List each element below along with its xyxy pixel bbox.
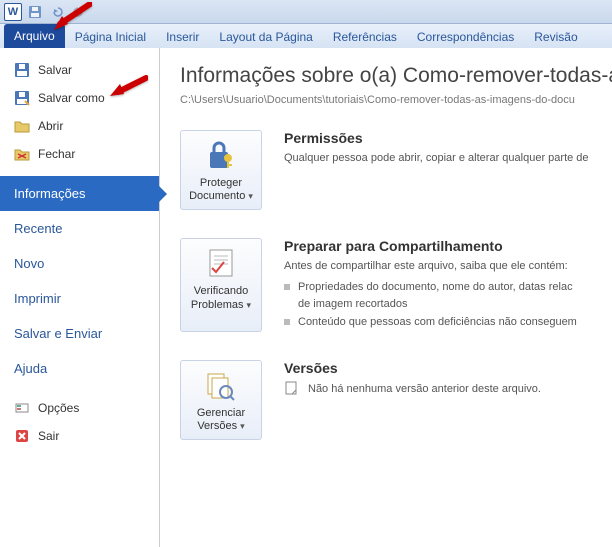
proteger-documento-button[interactable]: Proteger Documento ▾ (180, 130, 262, 210)
menu-opcoes[interactable]: Opções (0, 394, 159, 422)
close-folder-icon (14, 146, 30, 162)
checklist-icon (203, 245, 239, 281)
qat-undo-icon[interactable] (48, 3, 66, 21)
menu-label: Informações (14, 186, 86, 201)
backstage-content: Informações sobre o(a) Como-remover-toda… (160, 48, 612, 547)
section-text: Antes de compartilhar este arquivo, saib… (284, 258, 612, 275)
qat-save-icon[interactable] (26, 3, 44, 21)
menu-informacoes[interactable]: Informações (0, 176, 159, 211)
menu-novo[interactable]: Novo (0, 246, 159, 281)
section-heading: Versões (284, 360, 612, 376)
menu-salvar-enviar[interactable]: Salvar e Enviar (0, 316, 159, 351)
bullet-item: Conteúdo que pessoas com deficiências nã… (284, 314, 612, 332)
exit-icon (14, 428, 30, 444)
menu-label: Ajuda (14, 361, 47, 376)
title-bar: W (0, 0, 612, 24)
open-icon (14, 118, 30, 134)
document-version-icon (284, 380, 300, 399)
menu-ajuda[interactable]: Ajuda (0, 351, 159, 386)
bullet-item: de imagem recortados (284, 296, 612, 314)
tab-arquivo[interactable]: Arquivo (4, 24, 65, 48)
bullet-item: Propriedades do documento, nome do autor… (284, 279, 612, 297)
save-as-icon (14, 90, 30, 106)
section-preparar: Verificando Problemas ▾ Preparar para Co… (180, 238, 612, 331)
section-text: Qualquer pessoa pode abrir, copiar e alt… (284, 150, 612, 167)
menu-label: Opções (38, 401, 79, 415)
button-label: Proteger Documento ▾ (185, 177, 257, 203)
tab-revisao[interactable]: Revisão (524, 26, 587, 48)
menu-imprimir[interactable]: Imprimir (0, 281, 159, 316)
menu-label: Salvar (38, 63, 72, 77)
tab-inserir[interactable]: Inserir (156, 26, 209, 48)
versions-text: Não há nenhuma versão anterior deste arq… (308, 383, 541, 395)
section-permissoes: Proteger Documento ▾ Permissões Qualquer… (180, 130, 612, 210)
menu-salvar[interactable]: Salvar (0, 56, 159, 84)
page-title: Informações sobre o(a) Como-remover-toda… (180, 64, 612, 88)
backstage-left-menu: Salvar Salvar como Abrir Fechar Informaç… (0, 48, 160, 547)
menu-label: Sair (38, 429, 59, 443)
word-app-icon: W (4, 3, 22, 21)
menu-sair[interactable]: Sair (0, 422, 159, 450)
tab-pagina-inicial[interactable]: Página Inicial (65, 26, 156, 48)
tab-layout[interactable]: Layout da Página (209, 26, 322, 48)
tab-correspondencias[interactable]: Correspondências (407, 26, 524, 48)
save-icon (14, 62, 30, 78)
section-heading: Permissões (284, 130, 612, 146)
button-label: Gerenciar Versões ▾ (185, 407, 257, 433)
menu-abrir[interactable]: Abrir (0, 112, 159, 140)
verificando-problemas-button[interactable]: Verificando Problemas ▾ (180, 238, 262, 331)
menu-recente[interactable]: Recente (0, 211, 159, 246)
section-versoes: Gerenciar Versões ▾ Versões Não há nenhu… (180, 360, 612, 440)
menu-label: Abrir (38, 119, 63, 133)
lock-key-icon (203, 137, 239, 173)
button-label: Verificando Problemas ▾ (185, 285, 257, 311)
file-path: C:\Users\Usuario\Documents\tutoriais\Com… (180, 94, 612, 106)
section-heading: Preparar para Compartilhamento (284, 238, 612, 254)
versions-icon (203, 367, 239, 403)
menu-label: Recente (14, 221, 62, 236)
menu-label: Fechar (38, 147, 75, 161)
menu-label: Salvar e Enviar (14, 326, 102, 341)
options-icon (14, 400, 30, 416)
menu-label: Novo (14, 256, 44, 271)
menu-salvar-como[interactable]: Salvar como (0, 84, 159, 112)
tab-referencias[interactable]: Referências (323, 26, 407, 48)
menu-label: Salvar como (38, 91, 105, 105)
qat-redo-icon[interactable] (70, 3, 88, 21)
menu-label: Imprimir (14, 291, 61, 306)
ribbon-tabs: Arquivo Página Inicial Inserir Layout da… (0, 24, 612, 48)
menu-fechar[interactable]: Fechar (0, 140, 159, 168)
gerenciar-versoes-button[interactable]: Gerenciar Versões ▾ (180, 360, 262, 440)
